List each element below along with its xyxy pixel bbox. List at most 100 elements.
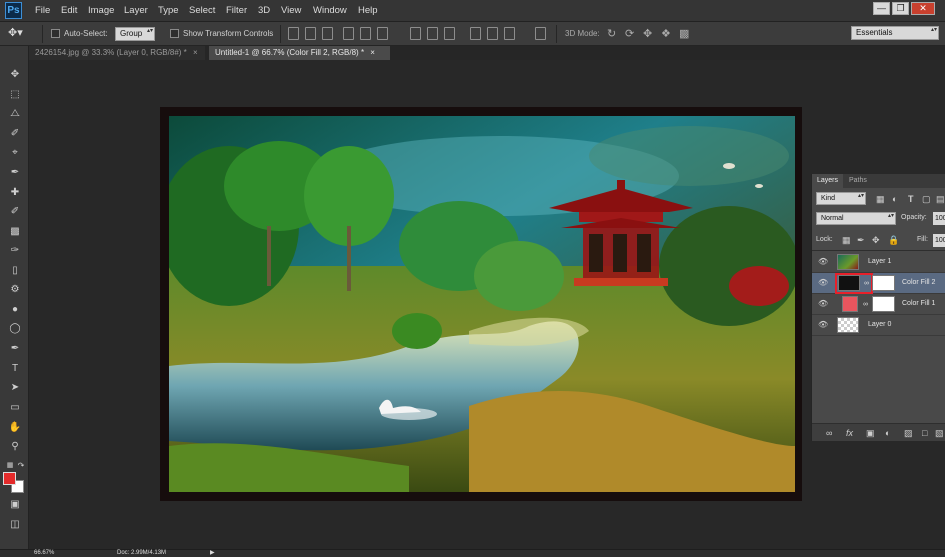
fx-icon[interactable]: fx: [846, 428, 853, 438]
filter-adjustment-icon[interactable]: ◐: [892, 194, 897, 204]
workspace-dropdown[interactable]: Essentials: [851, 26, 939, 40]
layer-mask-thumbnail[interactable]: [872, 296, 895, 312]
visibility-eye-icon[interactable]: 👁: [818, 258, 828, 266]
filter-smart-object-icon[interactable]: ▤: [936, 194, 945, 204]
menu-window[interactable]: Window: [313, 5, 347, 16]
rectangle-tool-icon[interactable]: ▭: [8, 401, 22, 414]
minimize-button[interactable]: —: [873, 2, 890, 15]
swap-colors-icon[interactable]: ↷: [14, 459, 28, 472]
new-layer-icon[interactable]: □: [922, 428, 927, 438]
status-menu-arrow-icon[interactable]: ▶: [210, 550, 215, 557]
align-horizontal-center-icon[interactable]: [360, 27, 371, 40]
layer-row-color-fill-1[interactable]: 👁 ∞ Color Fill 1: [812, 294, 945, 315]
distribute-top-icon[interactable]: [410, 27, 421, 40]
3d-roll-icon[interactable]: ⟳: [625, 27, 634, 40]
visibility-eye-icon[interactable]: 👁: [818, 279, 828, 287]
quick-select-tool-icon[interactable]: ✐: [8, 127, 22, 140]
align-right-icon[interactable]: [377, 27, 388, 40]
menu-layer[interactable]: Layer: [124, 5, 148, 16]
fill-color-thumbnail[interactable]: [842, 296, 858, 312]
tab-2426154[interactable]: 2426154.jpg @ 33.3% (Layer 0, RGB/8#) * …: [29, 46, 205, 60]
3d-scale-icon[interactable]: ▩: [679, 27, 689, 40]
layer-row-color-fill-2[interactable]: 👁 ∞ Color Fill 2: [812, 273, 945, 294]
blur-tool-icon[interactable]: ●: [8, 303, 22, 316]
3d-pan-icon[interactable]: ✥: [643, 27, 652, 40]
move-tool-preset-icon[interactable]: ✥▾: [8, 26, 23, 39]
paint-bucket-tool-icon[interactable]: ⚙: [8, 283, 22, 296]
menu-image[interactable]: Image: [88, 5, 114, 16]
close-tab-icon[interactable]: ×: [193, 48, 198, 57]
link-icon[interactable]: ∞: [863, 301, 868, 308]
path-selection-tool-icon[interactable]: ➤: [8, 381, 22, 394]
visibility-eye-icon[interactable]: 👁: [818, 321, 828, 329]
quick-mask-icon[interactable]: ▣: [8, 498, 22, 511]
filter-type-icon[interactable]: T: [908, 194, 914, 204]
eyedropper-tool-icon[interactable]: ✒: [8, 166, 22, 179]
align-left-icon[interactable]: [343, 27, 354, 40]
healing-brush-tool-icon[interactable]: ✚: [8, 186, 22, 199]
align-top-icon[interactable]: [288, 27, 299, 40]
add-mask-icon[interactable]: ▣: [866, 428, 875, 438]
menu-3d[interactable]: 3D: [258, 5, 270, 16]
tab-layers[interactable]: Layers: [812, 174, 844, 188]
screen-mode-icon[interactable]: ◫: [8, 518, 22, 531]
menu-type[interactable]: Type: [158, 5, 179, 16]
auto-select-checkbox[interactable]: [51, 29, 60, 38]
clone-stamp-tool-icon[interactable]: ▩: [8, 225, 22, 238]
align-vertical-center-icon[interactable]: [305, 27, 316, 40]
link-layers-icon[interactable]: ∞: [826, 428, 832, 438]
menu-edit[interactable]: Edit: [61, 5, 77, 16]
auto-select-dropdown[interactable]: Group: [115, 27, 155, 41]
hand-tool-icon[interactable]: ✋: [8, 421, 22, 434]
distribute-bottom-icon[interactable]: [444, 27, 455, 40]
menu-select[interactable]: Select: [189, 5, 215, 16]
foreground-color-swatch[interactable]: [3, 472, 16, 485]
auto-align-icon[interactable]: [535, 27, 546, 40]
menu-filter[interactable]: Filter: [226, 5, 247, 16]
eraser-tool-icon[interactable]: ▯: [8, 264, 22, 277]
filter-kind-dropdown[interactable]: Kind: [816, 192, 866, 205]
show-transform-checkbox[interactable]: [170, 29, 179, 38]
crop-tool-icon[interactable]: ⌖: [8, 146, 22, 159]
visibility-eye-icon[interactable]: 👁: [818, 300, 828, 308]
link-icon[interactable]: ∞: [864, 280, 869, 287]
zoom-tool-icon[interactable]: ⚲: [8, 440, 22, 453]
distribute-right-icon[interactable]: [504, 27, 515, 40]
opacity-field[interactable]: 100: [933, 212, 945, 225]
distribute-vertical-center-icon[interactable]: [427, 27, 438, 40]
history-brush-tool-icon[interactable]: ✑: [8, 244, 22, 257]
blend-mode-dropdown[interactable]: Normal: [816, 212, 896, 225]
tab-untitled-1[interactable]: Untitled-1 @ 66.7% (Color Fill 2, RGB/8)…: [209, 46, 390, 60]
new-group-icon[interactable]: ▨: [904, 428, 913, 438]
lock-image-icon[interactable]: ✒: [857, 235, 865, 245]
3d-rotate-icon[interactable]: ↻: [607, 27, 616, 40]
filter-shape-icon[interactable]: ▢: [922, 194, 931, 204]
3d-slide-icon[interactable]: ❖: [661, 27, 671, 40]
fill-field[interactable]: 100: [933, 234, 945, 247]
menu-view[interactable]: View: [281, 5, 301, 16]
close-tab-icon[interactable]: ×: [370, 48, 375, 57]
move-tool-icon[interactable]: ✥: [8, 68, 22, 81]
dodge-tool-icon[interactable]: ◯: [8, 322, 22, 335]
marquee-tool-icon[interactable]: ⬚: [8, 88, 22, 101]
adjustment-layer-icon[interactable]: ◐: [885, 428, 890, 438]
lasso-tool-icon[interactable]: ⧍: [8, 107, 22, 120]
align-bottom-icon[interactable]: [322, 27, 333, 40]
lock-position-icon[interactable]: ✥: [872, 235, 880, 245]
zoom-level[interactable]: 66.67%: [34, 550, 54, 557]
close-window-button[interactable]: ✕: [911, 2, 935, 15]
pen-tool-icon[interactable]: ✒: [8, 342, 22, 355]
distribute-left-icon[interactable]: [470, 27, 481, 40]
menu-file[interactable]: File: [35, 5, 50, 16]
brush-tool-icon[interactable]: ✐: [8, 205, 22, 218]
trash-icon[interactable]: ▧: [935, 428, 944, 438]
filter-pixel-icon[interactable]: ▦: [876, 194, 885, 204]
tab-paths[interactable]: Paths: [844, 174, 872, 188]
distribute-horizontal-center-icon[interactable]: [487, 27, 498, 40]
restore-button[interactable]: ❐: [892, 2, 909, 15]
layer-row-layer-0[interactable]: 👁 Layer 0: [812, 315, 945, 336]
menu-help[interactable]: Help: [358, 5, 378, 16]
layer-mask-thumbnail[interactable]: [872, 275, 895, 291]
fill-color-thumbnail[interactable]: [838, 275, 860, 291]
lock-transparent-icon[interactable]: ▦: [842, 235, 851, 245]
